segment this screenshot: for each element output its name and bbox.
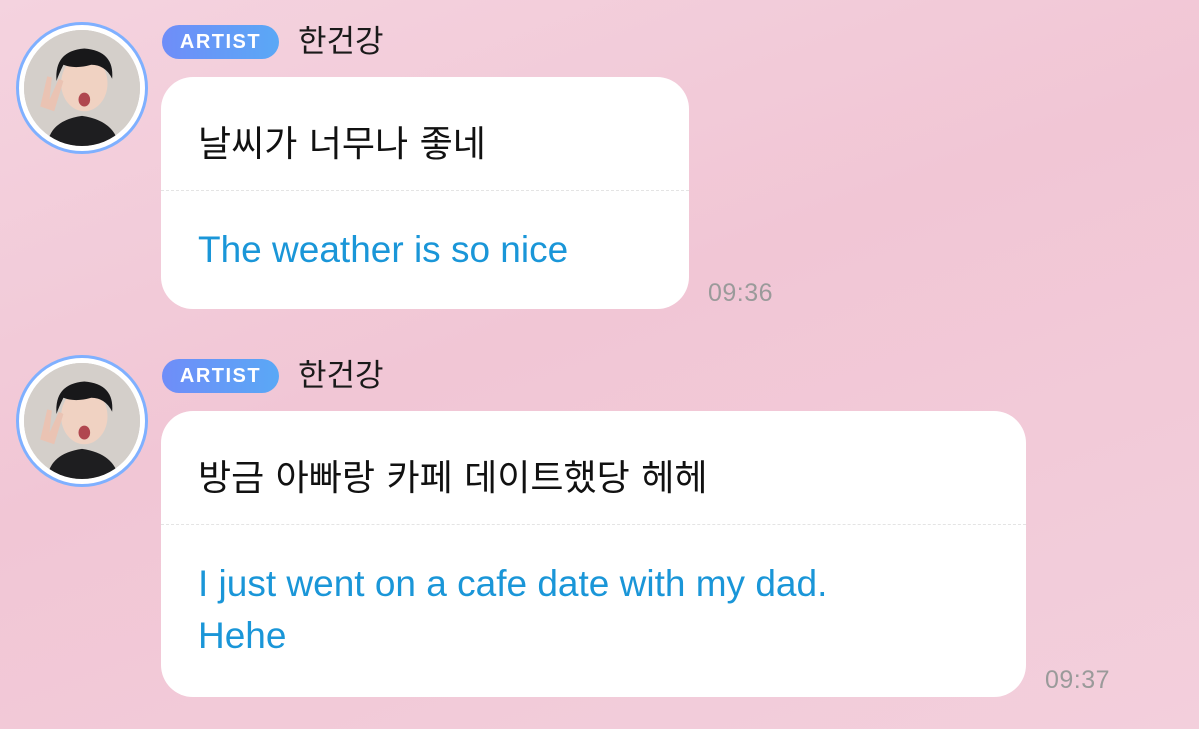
message-bubble[interactable]: 날씨가 너무나 좋네 The weather is so nice (161, 77, 689, 309)
person-photo-icon (24, 30, 140, 146)
message-timestamp: 09:37 (1045, 666, 1111, 694)
original-text: 방금 아빠랑 카페 데이트했당 헤헤 (198, 458, 708, 499)
bubble-divider (161, 190, 689, 191)
artist-badge: ARTIST (162, 359, 279, 393)
translated-text: I just went on a cafe date with my dad. … (198, 563, 828, 656)
artist-badge: ARTIST (162, 25, 279, 59)
original-text: 날씨가 너무나 좋네 (198, 124, 486, 165)
message-timestamp: 09:36 (708, 279, 774, 307)
bubble-divider (161, 524, 1026, 525)
artist-avatar[interactable] (16, 22, 148, 154)
message-bubble[interactable]: 방금 아빠랑 카페 데이트했당 헤헤 I just went on a cafe… (161, 411, 1026, 697)
person-photo-icon (24, 363, 140, 479)
artist-avatar[interactable] (16, 355, 148, 487)
sender-name: 한건강 (298, 24, 384, 60)
sender-name: 한건강 (298, 358, 384, 394)
avatar-photo (24, 30, 140, 146)
avatar-photo (24, 363, 140, 479)
translated-text: The weather is so nice (198, 229, 569, 270)
